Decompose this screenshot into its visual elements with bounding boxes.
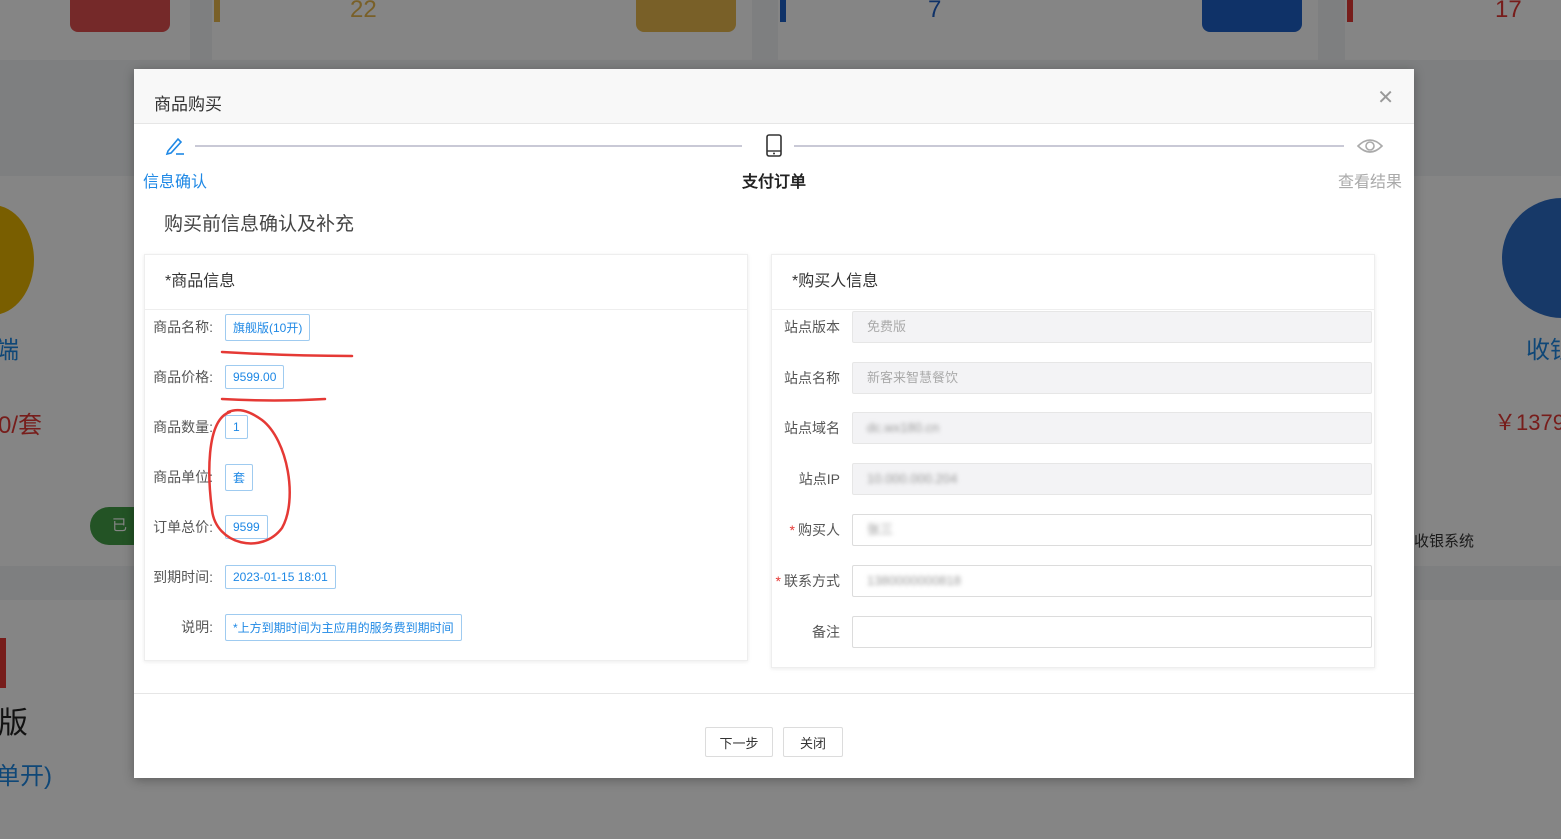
buyer-value: 张三: [867, 522, 894, 537]
field-label: * 购买人: [772, 520, 840, 540]
buyer-field[interactable]: 张三: [852, 514, 1372, 546]
step-label: 查看结果: [1337, 174, 1402, 191]
field-label-text: 购买人: [798, 522, 840, 538]
row-label: 到期时间:: [153, 569, 213, 585]
row-label: 商品数量:: [153, 419, 213, 435]
step-label: 信息确认: [143, 174, 208, 191]
pencil-icon: [155, 134, 195, 158]
tablet-icon: [754, 134, 794, 158]
row-label: 说明:: [181, 619, 213, 635]
remark-field[interactable]: [852, 616, 1372, 648]
section-title: 购买前信息确认及补充: [164, 214, 355, 235]
next-step-button[interactable]: 下一步: [705, 727, 773, 757]
step-connector: [182, 145, 742, 147]
row-label: 商品单位:: [153, 469, 213, 485]
product-price-value: 9599.00: [225, 365, 285, 389]
contact-row: * 联系方式 1380000000818: [772, 565, 1372, 597]
contact-field[interactable]: 1380000000818: [852, 565, 1372, 597]
eye-icon: [1350, 134, 1390, 158]
purchase-modal: 商品购买 ✕ 信息确认 支付订单 查看结果 购买前信息确认及补充 *商品信息 商…: [134, 69, 1414, 778]
buyer-row: * 购买人 张三: [772, 514, 1372, 546]
row-label: 商品价格:: [153, 369, 213, 385]
step-label: 支付订单: [741, 174, 806, 191]
product-info-panel: *商品信息 商品名称: 旗舰版(10开) 商品价格: 9599.00 商品数量:…: [144, 254, 748, 661]
field-label: * 联系方式: [772, 571, 840, 591]
step-info-confirm[interactable]: 信息确认: [143, 134, 207, 192]
site-version-row: 站点版本 免费版: [772, 311, 1372, 343]
row-label: 订单总价:: [153, 519, 213, 535]
site-ip-row: 站点IP 10.000.000.204: [772, 463, 1372, 495]
modal-footer: 下一步 关闭: [134, 693, 1414, 779]
site-domain-row: 站点域名 dc.wx180.cn: [772, 412, 1372, 444]
buyer-info-panel: *购买人信息 站点版本 免费版 站点名称 新客来智慧餐饮 站点域名 dc.wx1…: [771, 254, 1375, 668]
site-ip-field[interactable]: 10.000.000.204: [852, 463, 1372, 495]
close-icon[interactable]: ✕: [1377, 85, 1394, 110]
modal-header: 商品购买 ✕: [134, 69, 1414, 124]
step-view-result[interactable]: 查看结果: [1328, 134, 1412, 192]
site-ip-value: 10.000.000.204: [867, 471, 958, 486]
note-row: 说明: *上方到期时间为主应用的服务费到期时间: [145, 612, 462, 642]
product-price-row: 商品价格: 9599.00: [145, 362, 285, 392]
required-mark: *: [775, 573, 781, 589]
step-connector: [784, 145, 1344, 147]
product-unit-value: 套: [225, 463, 254, 491]
contact-value: 1380000000818: [867, 573, 961, 588]
row-label: 商品名称:: [153, 319, 213, 335]
step-progress: 信息确认 支付订单 查看结果: [134, 124, 1414, 194]
field-label: 站点名称: [784, 370, 840, 386]
field-label: 备注: [812, 624, 840, 640]
expire-time-value: 2023-01-15 18:01: [225, 565, 336, 589]
panel-title: *商品信息: [145, 255, 747, 310]
close-button[interactable]: 关闭: [783, 727, 843, 757]
panel-title: *购买人信息: [772, 255, 1374, 310]
modal-title: 商品购买: [154, 95, 222, 114]
field-label: 站点IP: [798, 471, 840, 487]
order-total-value: 9599: [225, 515, 268, 539]
site-domain-value: dc.wx180.cn: [867, 420, 940, 435]
field-label-text: 联系方式: [784, 573, 840, 589]
note-value: *上方到期时间为主应用的服务费到期时间: [225, 613, 462, 641]
expire-time-row: 到期时间: 2023-01-15 18:01: [145, 562, 336, 592]
product-quantity-row: 商品数量: 1: [145, 412, 248, 442]
field-label: 站点版本: [784, 319, 840, 335]
site-name-row: 站点名称 新客来智慧餐饮: [772, 362, 1372, 394]
product-name-value: 旗舰版(10开): [225, 313, 311, 341]
step-pay-order[interactable]: 支付订单: [729, 134, 819, 192]
required-mark: *: [789, 522, 795, 538]
site-version-field[interactable]: 免费版: [852, 311, 1372, 343]
field-label: 站点域名: [784, 420, 840, 436]
product-unit-row: 商品单位: 套: [145, 462, 254, 492]
site-name-field[interactable]: 新客来智慧餐饮: [852, 362, 1372, 394]
product-quantity-value: 1: [225, 415, 248, 439]
order-total-row: 订单总价: 9599: [145, 512, 268, 542]
remark-row: 备注: [772, 616, 1372, 648]
site-domain-field[interactable]: dc.wx180.cn: [852, 412, 1372, 444]
product-name-row: 商品名称: 旗舰版(10开): [145, 312, 311, 342]
